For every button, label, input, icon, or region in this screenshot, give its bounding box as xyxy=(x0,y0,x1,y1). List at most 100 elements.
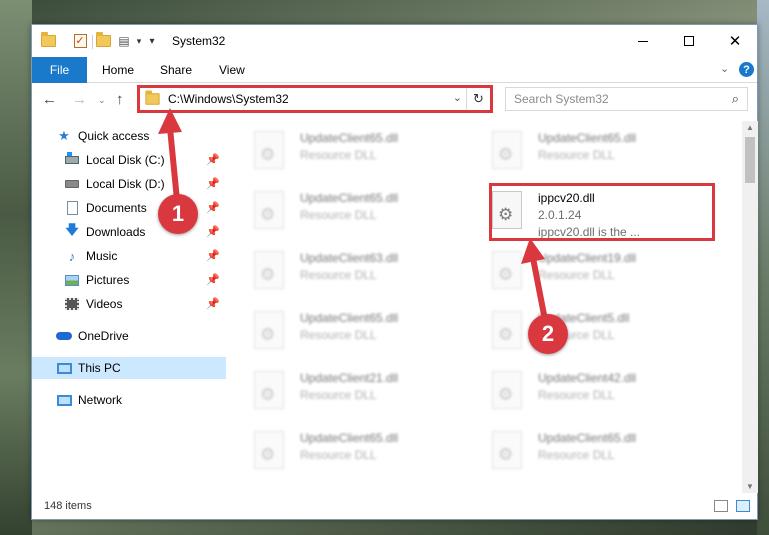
sidebar-item-label: Videos xyxy=(86,297,123,311)
star-icon: ★ xyxy=(58,128,70,143)
file-highlight xyxy=(489,183,715,241)
tab-file[interactable]: File xyxy=(32,57,87,83)
videos-icon xyxy=(64,296,80,312)
sidebar-item-music[interactable]: ♪ Music 📌 xyxy=(32,245,226,267)
file-type: Resource DLL xyxy=(538,448,615,462)
maximize-button[interactable] xyxy=(666,25,712,57)
file-name: UpdateClient42.dll xyxy=(538,371,637,385)
callout-2: 2 xyxy=(528,314,568,354)
dll-file-icon: ⚙ xyxy=(254,431,284,469)
file-type: Resource DLL xyxy=(538,268,615,282)
file-type: Resource DLL xyxy=(538,148,615,162)
file-name: UpdateClient65.dll xyxy=(300,191,399,205)
vertical-scrollbar[interactable]: ▲ ▼ xyxy=(742,121,758,493)
pin-icon[interactable]: 📌 xyxy=(206,249,220,262)
file-type: Resource DLL xyxy=(300,268,377,282)
file-name: UpdateClient19.dll xyxy=(538,251,637,265)
file-type: Resource DLL xyxy=(300,208,377,222)
sidebar-item-label: OneDrive xyxy=(78,329,129,343)
file-type: Resource DLL xyxy=(300,148,377,162)
explorer-window: ✓ ▤ ▾ ▾ System32 ✕ File Home Share View … xyxy=(31,24,758,520)
sidebar-item-label: Network xyxy=(78,393,123,407)
sidebar-item-pictures[interactable]: Pictures 📌 xyxy=(32,269,226,291)
file-name: UpdateClient65.dll xyxy=(300,431,399,445)
sidebar-item-network[interactable]: Network xyxy=(32,389,226,411)
pin-icon[interactable]: 📌 xyxy=(206,177,220,190)
sidebar-item-quick-access[interactable]: ★ Quick access xyxy=(32,125,226,147)
sidebar-item-local-disk-d[interactable]: Local Disk (D:) 📌 xyxy=(32,173,226,195)
sidebar-item-label: Downloads xyxy=(86,225,146,239)
network-icon xyxy=(56,392,72,408)
scroll-up-icon[interactable]: ▲ xyxy=(746,123,754,132)
computer-icon xyxy=(56,360,72,376)
file-item[interactable]: ⚙ UpdateClient63.dll Resource DLL xyxy=(228,245,458,301)
sidebar-item-downloads[interactable]: 🡇 Downloads 📌 xyxy=(32,221,226,243)
drive-icon xyxy=(64,176,80,192)
navigation-pane: ★ Quick access Local Disk (C:) 📌 Local D… xyxy=(32,121,226,493)
scroll-down-icon[interactable]: ▼ xyxy=(746,482,754,491)
sidebar-item-label: Local Disk (C:) xyxy=(86,153,165,167)
music-icon: ♪ xyxy=(68,248,76,264)
pictures-icon xyxy=(64,272,80,288)
up-button[interactable]: ↑ xyxy=(116,91,124,108)
file-item[interactable]: ⚙ UpdateClient65.dll Resource DLL xyxy=(228,125,458,181)
expand-ribbon-icon[interactable]: ⌄ xyxy=(720,62,729,75)
help-button[interactable]: ? xyxy=(739,62,754,77)
scrollbar-thumb[interactable] xyxy=(745,137,755,183)
file-item[interactable]: ⚙ UpdateClient65.dll Resource DLL xyxy=(466,425,696,481)
file-name: UpdateClient65.dll xyxy=(538,131,637,145)
file-name: UpdateClient65.dll xyxy=(300,131,399,145)
file-item[interactable]: ⚙ UpdateClient19.dll Resource DLL xyxy=(466,245,696,301)
pin-icon[interactable]: 📌 xyxy=(206,225,220,238)
file-item[interactable]: ⚙ UpdateClient65.dll Resource DLL xyxy=(228,185,458,241)
minimize-button[interactable] xyxy=(620,25,666,57)
tab-view[interactable]: View xyxy=(219,63,245,77)
file-item[interactable]: ⚙ UpdateClient42.dll Resource DLL xyxy=(466,365,696,421)
forward-button[interactable]: → xyxy=(72,91,87,108)
close-icon: ✕ xyxy=(728,33,742,50)
file-type: Resource DLL xyxy=(300,448,377,462)
tab-share[interactable]: Share xyxy=(160,63,192,77)
desktop-background-left xyxy=(0,0,32,535)
dll-file-icon: ⚙ xyxy=(492,251,522,289)
address-bar-highlight xyxy=(137,85,493,113)
sidebar-item-label: Local Disk (D:) xyxy=(86,177,165,191)
sidebar-item-label: Documents xyxy=(86,201,147,215)
sidebar-item-videos[interactable]: Videos 📌 xyxy=(32,293,226,315)
title-bar[interactable]: ✓ ▤ ▾ ▾ System32 ✕ xyxy=(32,25,757,57)
tab-home[interactable]: Home xyxy=(102,63,134,77)
folder-icon xyxy=(40,32,56,49)
pin-icon[interactable]: 📌 xyxy=(206,201,220,214)
cloud-icon xyxy=(56,328,72,344)
sidebar-item-label: Quick access xyxy=(78,129,150,143)
file-list: ⚙ UpdateClient65.dll Resource DLL ⚙ Upda… xyxy=(228,121,742,493)
title-menu-icon[interactable]: ▾ xyxy=(144,33,160,49)
sidebar-item-label: This PC xyxy=(78,361,121,375)
search-input[interactable]: Search System32 ⌕ xyxy=(505,87,748,111)
pin-icon[interactable]: 📌 xyxy=(206,153,220,166)
sidebar-item-onedrive[interactable]: OneDrive xyxy=(32,325,226,347)
file-item[interactable]: ⚙ UpdateClient65.dll Resource DLL xyxy=(228,425,458,481)
file-item[interactable]: ⚙ UpdateClient65.dll Resource DLL xyxy=(466,125,696,181)
new-folder-icon[interactable] xyxy=(95,32,111,49)
recent-locations-button[interactable]: ⌄ xyxy=(98,95,106,106)
tiles-view-icon[interactable] xyxy=(736,500,750,512)
file-item[interactable]: ⚙ UpdateClient5.dll Resource DLL xyxy=(466,305,696,361)
pin-icon[interactable]: 📌 xyxy=(206,297,220,310)
properties-icon[interactable]: ✓ xyxy=(72,33,88,49)
file-name: UpdateClient63.dll xyxy=(300,251,399,265)
back-button[interactable]: ← xyxy=(42,91,57,108)
file-type: Resource DLL xyxy=(300,328,377,342)
dll-file-icon: ⚙ xyxy=(254,191,284,229)
drive-icon xyxy=(64,152,80,168)
search-icon[interactable]: ⌕ xyxy=(732,91,739,107)
pin-icon[interactable]: 📌 xyxy=(206,273,220,286)
sidebar-item-label: Music xyxy=(86,249,118,263)
sidebar-item-local-disk-c[interactable]: Local Disk (C:) 📌 xyxy=(32,149,226,171)
sidebar-item-this-pc[interactable]: This PC xyxy=(32,357,226,379)
file-item[interactable]: ⚙ UpdateClient65.dll Resource DLL xyxy=(228,305,458,361)
customize-toolbar-icon[interactable]: ▤ xyxy=(116,33,132,49)
details-view-icon[interactable] xyxy=(714,500,728,512)
file-item[interactable]: ⚙ UpdateClient21.dll Resource DLL xyxy=(228,365,458,421)
close-button[interactable]: ✕ xyxy=(712,25,758,57)
